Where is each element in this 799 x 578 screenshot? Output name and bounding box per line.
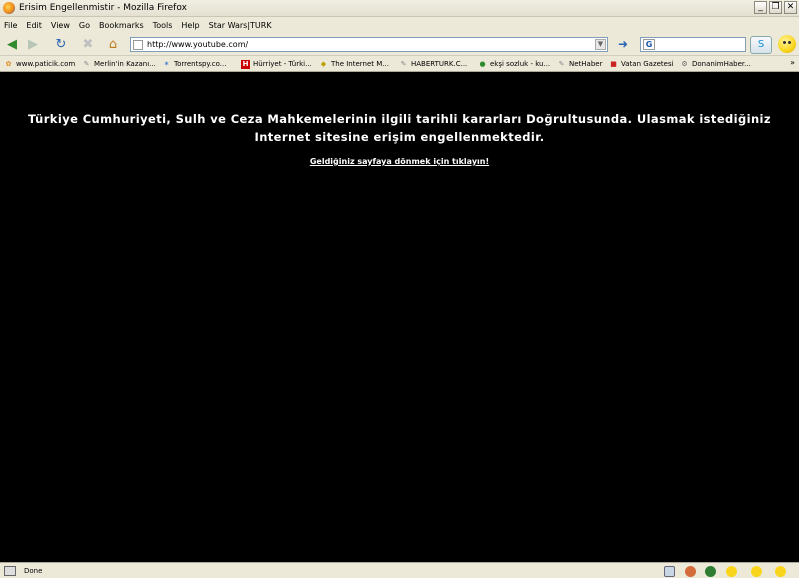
back-link-container: Geldiğiniz sayfaya dönmek için tıklayın! — [0, 157, 799, 166]
forward-arrow-icon: ▶ — [28, 37, 38, 52]
smiley-icon[interactable] — [778, 35, 796, 53]
stop-icon: ✖ — [82, 37, 94, 52]
menu-star-wars-turk[interactable]: Star Wars|TURK — [209, 21, 272, 30]
bookmark-eksi-sozluk[interactable]: ● ekşi sozluk - ku... — [478, 58, 550, 70]
status-page-icon — [4, 566, 16, 576]
window-title: Erisim Engellenmistir - Mozilla Firefox — [19, 3, 187, 13]
go-arrow-icon: ➜ — [617, 37, 629, 51]
search-input[interactable] — [659, 39, 743, 50]
menu-help[interactable]: Help — [181, 21, 199, 30]
window-controls: _ ❐ ✕ — [754, 1, 797, 14]
bookmark-label: Hürriyet - Türki... — [253, 60, 312, 68]
bookmark-vatan-gazetesi[interactable]: ■ Vatan Gazetesi — [609, 58, 674, 70]
url-dropdown-icon[interactable]: ▼ — [595, 39, 606, 50]
status-bar: Done — [0, 562, 799, 578]
bookmark-paticik[interactable]: ✿ www.paticik.com — [4, 58, 76, 70]
bookmark-label: HABERTURK.C... — [411, 60, 468, 68]
home-icon: ⌂ — [108, 37, 118, 52]
vatan-icon: ■ — [610, 59, 617, 68]
firefox-icon — [3, 2, 15, 14]
page-icon: ✎ — [400, 59, 407, 68]
skype-button[interactable]: S — [750, 36, 772, 54]
go-back-link[interactable]: Geldiğiniz sayfaya dönmek için tıklayın! — [310, 157, 489, 166]
status-window-icon[interactable] — [664, 566, 675, 577]
search-box[interactable]: G — [640, 37, 746, 52]
bookmark-donanimhaber[interactable]: ⚙ DonanimHaber... — [680, 58, 751, 70]
close-button[interactable]: ✕ — [784, 1, 797, 14]
gear-icon: ⚙ — [681, 59, 688, 68]
page-icon: ✎ — [83, 59, 90, 68]
bookmark-label: DonanimHaber... — [692, 60, 751, 68]
status-smiley-icon-3[interactable] — [775, 566, 786, 577]
paw-icon: ✿ — [5, 59, 12, 68]
menu-edit[interactable]: Edit — [26, 21, 42, 30]
menu-bar: File Edit View Go Bookmarks Tools Help S… — [0, 17, 799, 33]
bookmark-torrentspy[interactable]: ✶ Torrentspy.co... — [162, 58, 227, 70]
maximize-button[interactable]: ❐ — [769, 1, 782, 14]
ia-icon: ◆ — [320, 59, 327, 68]
back-arrow-icon: ◀ — [7, 37, 17, 52]
bookmark-label: ekşi sozluk - ku... — [490, 60, 551, 68]
go-button[interactable]: ➜ — [614, 37, 632, 53]
drop-icon: ● — [479, 59, 486, 68]
address-bar[interactable]: http://www.youtube.com/ ▼ — [130, 37, 608, 52]
menu-go[interactable]: Go — [79, 21, 90, 30]
navigation-toolbar: ◀ ▶ ↻ ✖ ⌂ http://www.youtube.com/ ▼ ➜ G … — [0, 33, 799, 56]
stop-button[interactable]: ✖ — [79, 36, 97, 53]
menu-file[interactable]: File — [4, 21, 17, 30]
status-smiley-icon-2[interactable] — [751, 566, 762, 577]
bookmarks-overflow-button[interactable]: » — [790, 58, 795, 67]
menu-bookmarks[interactable]: Bookmarks — [99, 21, 144, 30]
google-icon[interactable]: G — [643, 39, 655, 50]
bookmark-nethaber[interactable]: ✎ NetHaber — [557, 58, 603, 70]
bookmark-label: The Internet M... — [331, 60, 389, 68]
page-icon — [133, 39, 143, 50]
block-message: Türkiye Cumhuriyeti, Sulh ve Ceza Mahkem… — [28, 112, 771, 144]
status-green-icon[interactable] — [705, 566, 716, 577]
forward-button[interactable]: ▶ — [24, 36, 42, 53]
menu-view[interactable]: View — [51, 21, 70, 30]
title-bar[interactable]: Erisim Engellenmistir - Mozilla Firefox … — [0, 0, 799, 17]
minimize-button[interactable]: _ — [754, 1, 767, 14]
bookmark-haberturk[interactable]: ✎ HABERTURK.C... — [399, 58, 468, 70]
h-icon: H — [241, 59, 250, 69]
status-face-icon[interactable] — [685, 566, 696, 577]
bookmarks-toolbar: ✿ www.paticik.com ✎ Merlin'in Kazanı... … — [0, 56, 799, 72]
status-text: Done — [24, 567, 43, 575]
page-icon: ✎ — [558, 59, 565, 68]
back-button[interactable]: ◀ — [3, 36, 21, 53]
status-smiley-icon[interactable] — [726, 566, 737, 577]
url-text[interactable]: http://www.youtube.com/ — [147, 40, 248, 49]
bookmark-label: Vatan Gazetesi — [621, 60, 674, 68]
reload-button[interactable]: ↻ — [52, 36, 70, 53]
bookmark-hurriyet[interactable]: H Hürriyet - Türki... — [241, 58, 312, 70]
reload-icon: ↻ — [55, 37, 67, 52]
bookmark-label: www.paticik.com — [16, 60, 76, 68]
menu-tools[interactable]: Tools — [153, 21, 173, 30]
bookmark-internet-archive[interactable]: ◆ The Internet M... — [319, 58, 389, 70]
skype-icon: S — [757, 39, 765, 50]
home-button[interactable]: ⌂ — [104, 36, 122, 53]
star-icon: ✶ — [163, 59, 170, 68]
bookmark-label: Torrentspy.co... — [174, 60, 227, 68]
bookmark-label: Merlin'in Kazanı... — [94, 60, 156, 68]
bookmark-label: NetHaber — [569, 60, 603, 68]
bookmark-merlin[interactable]: ✎ Merlin'in Kazanı... — [82, 58, 156, 70]
page-content: Türkiye Cumhuriyeti, Sulh ve Ceza Mahkem… — [0, 73, 799, 562]
